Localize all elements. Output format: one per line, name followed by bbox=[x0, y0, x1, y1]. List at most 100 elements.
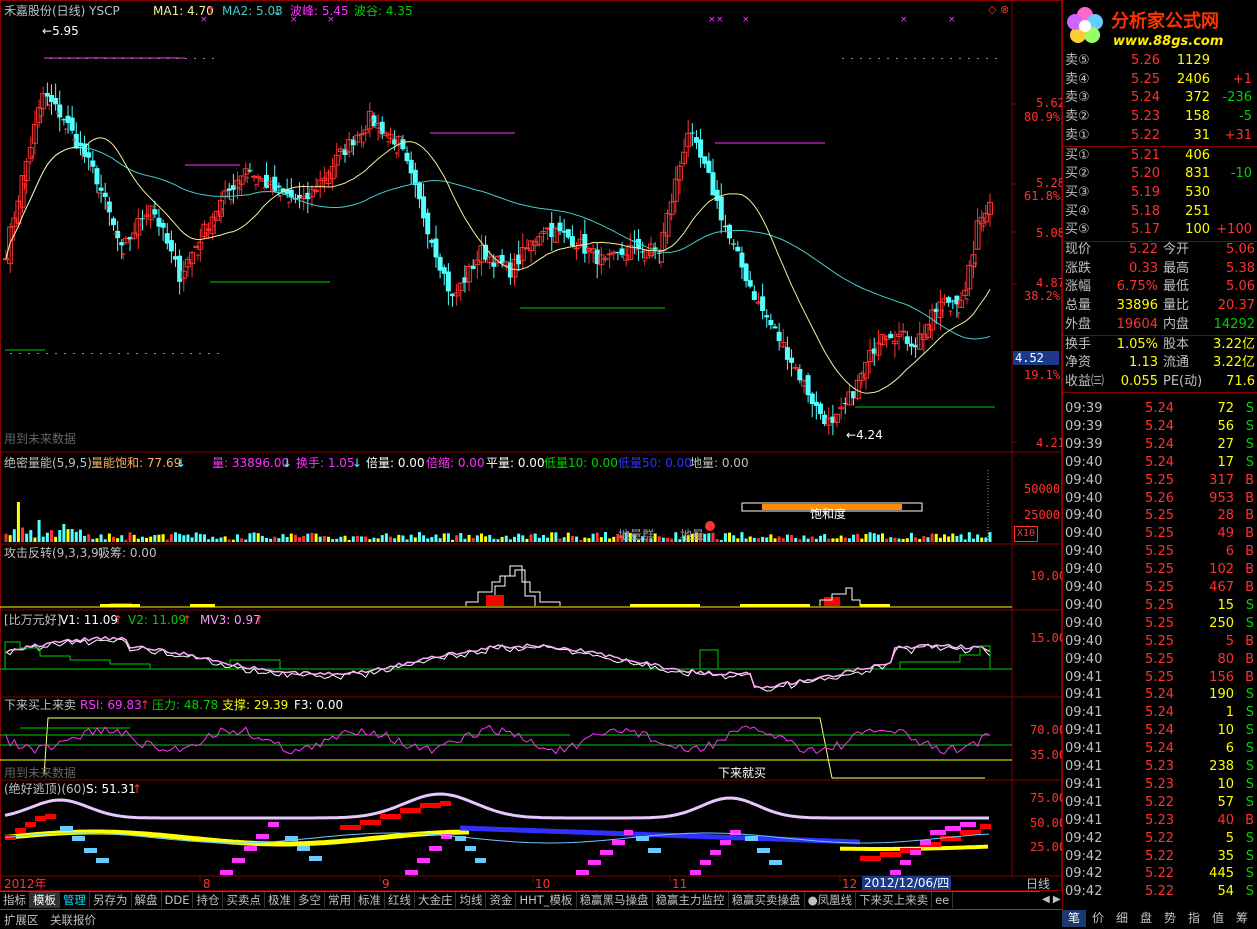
tick-row[interactable]: 09:40 5.25 250 S bbox=[1063, 615, 1257, 633]
tab-0[interactable]: 指标 bbox=[0, 892, 30, 908]
tick-row[interactable]: 09:42 5.22 35 S bbox=[1063, 848, 1257, 866]
tab-scroll-icon[interactable]: ◀ ▶ bbox=[1042, 893, 1061, 907]
volume-bar bbox=[178, 533, 182, 542]
tab-20[interactable]: ●凤凰线 bbox=[805, 892, 857, 908]
stat-row[interactable]: 涨幅 6.75% 最低 5.06 bbox=[1063, 278, 1257, 296]
stat-row[interactable]: 现价 5.22 今开 5.06 bbox=[1063, 241, 1257, 259]
volume-bar bbox=[128, 532, 132, 542]
bid-row[interactable]: 买④ 5.18 251 bbox=[1063, 203, 1257, 221]
tab-13[interactable]: 大金庄 bbox=[415, 892, 457, 908]
tab-2[interactable]: 管理 bbox=[60, 892, 90, 908]
tick-row[interactable]: 09:39 5.24 56 S bbox=[1063, 418, 1257, 436]
tick-row[interactable]: 09:41 5.24 6 S bbox=[1063, 740, 1257, 758]
tab-18[interactable]: 稳赢主力监控 bbox=[653, 892, 729, 908]
tab-11[interactable]: 标准 bbox=[355, 892, 385, 908]
ask-row[interactable]: 卖③ 5.24 372 -236 bbox=[1063, 89, 1257, 107]
extension-area-button[interactable]: 扩展区 bbox=[4, 912, 39, 928]
tab-9[interactable]: 多空 bbox=[295, 892, 325, 908]
tick-row[interactable]: 09:40 5.25 49 B bbox=[1063, 525, 1257, 543]
tab-12[interactable]: 红线 bbox=[385, 892, 415, 908]
tab-16[interactable]: HHT_模板 bbox=[516, 892, 577, 908]
quote-tab-3[interactable]: 盘 bbox=[1134, 909, 1158, 927]
ask-row[interactable]: 卖④ 5.25 2406 +1 bbox=[1063, 71, 1257, 89]
tick-row[interactable]: 09:40 5.26 953 B bbox=[1063, 490, 1257, 508]
quote-tab-5[interactable]: 指 bbox=[1182, 909, 1206, 927]
buy-arrow-icon: ↑ bbox=[103, 204, 111, 214]
bid-row[interactable]: 买① 5.21 406 bbox=[1063, 147, 1257, 165]
tick-row[interactable]: 09:41 5.24 10 S bbox=[1063, 722, 1257, 740]
tick-row[interactable]: 09:41 5.24 190 S bbox=[1063, 686, 1257, 704]
bid-row[interactable]: 买⑤ 5.17 100 +100 bbox=[1063, 221, 1257, 239]
dotted-level bbox=[203, 58, 205, 59]
tab-3[interactable]: 另存为 bbox=[90, 892, 132, 908]
quote-cell: 09:41 bbox=[1065, 759, 1103, 774]
tick-row[interactable]: 09:42 5.22 54 S bbox=[1063, 883, 1257, 901]
tab-14[interactable]: 均线 bbox=[456, 892, 487, 908]
tick-row[interactable]: 09:40 5.24 17 S bbox=[1063, 454, 1257, 472]
quote-tab-7[interactable]: 筹 bbox=[1230, 909, 1254, 927]
bid-row[interactable]: 买③ 5.19 530 bbox=[1063, 184, 1257, 202]
bid-row[interactable]: 买② 5.20 831 -10 bbox=[1063, 165, 1257, 183]
ask-row[interactable]: 卖② 5.23 158 -5 bbox=[1063, 108, 1257, 126]
tab-7[interactable]: 买卖点 bbox=[223, 892, 265, 908]
kline-chart-area[interactable]: ↑↑↑↑↑↑↑↑↑↑↑↑↑ ↑↑↑↑↑↑↑↑ ↑ ↑↑↑↑↑↑↑↑↑↑↑↑↑ ↑ ↑↑↑↑… bbox=[0, 0, 1062, 891]
quote-tab-6[interactable]: 值 bbox=[1206, 909, 1230, 927]
tick-row[interactable]: 09:40 5.25 467 B bbox=[1063, 579, 1257, 597]
tab-22[interactable]: ee bbox=[932, 892, 954, 908]
stat-row[interactable]: 换手 1.05% 股本 3.22亿 bbox=[1063, 336, 1257, 354]
stat-row[interactable]: 净资 1.13 流通 3.22亿 bbox=[1063, 354, 1257, 372]
dotted-level bbox=[887, 58, 889, 59]
tick-row[interactable]: 09:40 5.25 28 B bbox=[1063, 507, 1257, 525]
quote-tab-4[interactable]: 势 bbox=[1158, 909, 1182, 927]
p5-magenta-step bbox=[960, 822, 976, 827]
tab-21[interactable]: 下来买上来卖 bbox=[856, 892, 933, 908]
tab-8[interactable]: 极准 bbox=[265, 892, 295, 908]
tick-row[interactable]: 09:39 5.24 72 S bbox=[1063, 400, 1257, 418]
p3-v1-line bbox=[5, 638, 991, 692]
tick-row[interactable]: 09:40 5.25 80 B bbox=[1063, 651, 1257, 669]
tab-17[interactable]: 稳赢黑马操盘 bbox=[577, 892, 653, 908]
quote-tab-2[interactable]: 细 bbox=[1110, 909, 1134, 927]
tick-row[interactable]: 09:41 5.25 156 B bbox=[1063, 669, 1257, 687]
stat-row[interactable]: 外盘 19604 内盘 14292 bbox=[1063, 316, 1257, 334]
quote-cell: 卖⑤ bbox=[1065, 53, 1090, 68]
tick-row[interactable]: 09:40 5.25 5 B bbox=[1063, 633, 1257, 651]
tick-row[interactable]: 09:41 5.23 238 S bbox=[1063, 758, 1257, 776]
tab-5[interactable]: DDE bbox=[162, 892, 194, 908]
tick-row[interactable]: 09:41 5.23 40 B bbox=[1063, 812, 1257, 830]
tick-row[interactable]: 09:39 5.24 27 S bbox=[1063, 436, 1257, 454]
p4-sup: 支撑: 29.39 bbox=[222, 698, 289, 712]
p5-magenta-step bbox=[890, 870, 901, 875]
tick-row[interactable]: 09:42 5.22 445 S bbox=[1063, 865, 1257, 883]
tick-row[interactable]: 09:40 5.25 6 B bbox=[1063, 543, 1257, 561]
tab-19[interactable]: 稳赢买卖操盘 bbox=[729, 892, 805, 908]
tick-row[interactable]: 09:40 5.25 15 S bbox=[1063, 597, 1257, 615]
p5-red-step bbox=[15, 828, 26, 833]
stat-row[interactable]: 收益㈢ 0.055 PE(动) 71.6 bbox=[1063, 373, 1257, 391]
tick-row[interactable]: 09:41 5.22 57 S bbox=[1063, 794, 1257, 812]
p5-blue-step bbox=[745, 836, 758, 841]
p4-name: 下来买上来卖 bbox=[4, 698, 77, 712]
quote-cell: 5.25 bbox=[1145, 651, 1174, 667]
quote-tab-0[interactable]: 笔 bbox=[1062, 909, 1086, 927]
ask-row[interactable]: 卖① 5.22 31 +31 bbox=[1063, 127, 1257, 145]
tab-15[interactable]: 资金 bbox=[486, 892, 517, 908]
stat-row[interactable]: 涨跌 0.33 最高 5.38 bbox=[1063, 260, 1257, 278]
tick-row[interactable]: 09:40 5.25 102 B bbox=[1063, 561, 1257, 579]
period-label[interactable]: 日线 bbox=[1026, 877, 1050, 891]
tab-10[interactable]: 常用 bbox=[325, 892, 355, 908]
tick-row[interactable]: 09:40 5.25 317 B bbox=[1063, 472, 1257, 490]
stat-row[interactable]: 总量 33896 量比 20.37 bbox=[1063, 297, 1257, 315]
tab-4[interactable]: 解盘 bbox=[132, 892, 162, 908]
tick-row[interactable]: 09:42 5.22 5 S bbox=[1063, 830, 1257, 848]
quote-tab-1[interactable]: 价 bbox=[1086, 909, 1110, 927]
related-quote-button[interactable]: 关联报价 bbox=[50, 912, 96, 928]
tab-1[interactable]: 模板 bbox=[30, 892, 60, 908]
volume-bar bbox=[190, 537, 194, 542]
window-control-icon[interactable]: ◇ ⊗ bbox=[988, 3, 1009, 17]
tick-row[interactable]: 09:41 5.23 10 S bbox=[1063, 776, 1257, 794]
ask-row[interactable]: 卖⑤ 5.26 1129 bbox=[1063, 52, 1257, 70]
x10-button[interactable]: X10 bbox=[1014, 526, 1039, 542]
tab-6[interactable]: 持仓 bbox=[193, 892, 224, 908]
tick-row[interactable]: 09:41 5.24 1 S bbox=[1063, 704, 1257, 722]
